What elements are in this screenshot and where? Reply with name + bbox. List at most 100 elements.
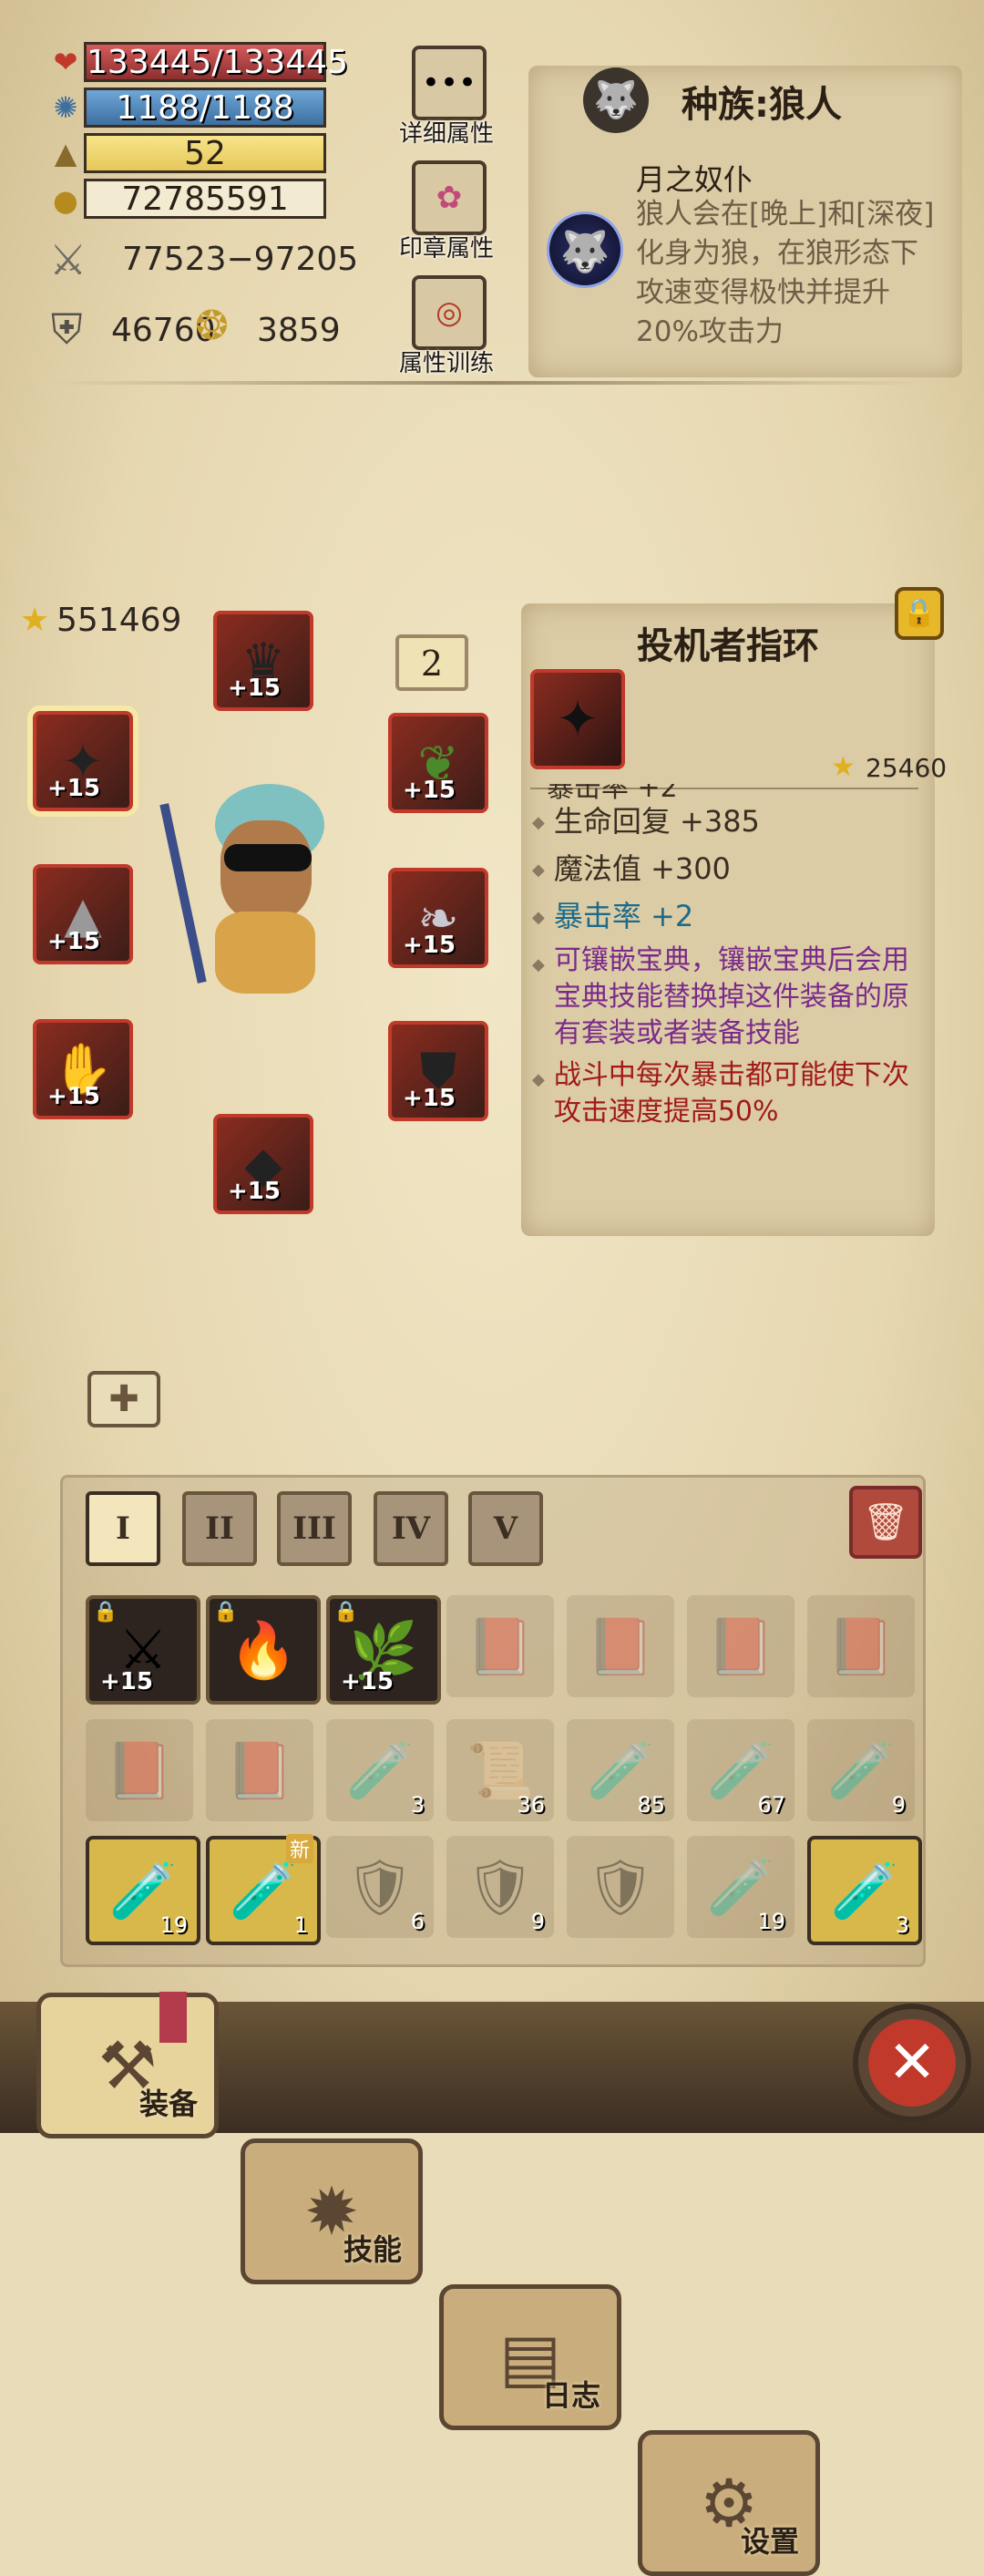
dots-icon: •••: [412, 46, 487, 120]
plus-label: +15: [100, 1668, 153, 1695]
item-icon: 🧪: [345, 1738, 415, 1803]
attribute-training-button[interactable]: ◎ 属性训练: [383, 275, 510, 378]
plus-label: +15: [47, 775, 100, 802]
inventory-slot[interactable]: ⚔ 🔒 +15: [86, 1595, 200, 1705]
attribute-training-label: 属性训练: [398, 350, 494, 377]
inventory-grid: ⚔ 🔒 +15 🔥 🔒 🌿 🔒 +15 📕 📕 📕 📕 📕 📕 🧪 3 📜 36 🧪 85 🧪 67 🧪 9 🧪 19 🧪 1 新 🛡 6 🛡…: [86, 1595, 922, 1945]
item-attributes: ◆ 生命回复 +385 ◆ 魔法值 +300 ◆ 暴击率 +2 ◆ 可镶嵌宝典，镶嵌宝典…: [532, 800, 924, 1130]
item-count: 9: [891, 1792, 906, 1818]
inventory-slot[interactable]: 📕: [86, 1719, 193, 1821]
star-icon: ★: [20, 602, 50, 639]
inventory-slot[interactable]: 🛡: [567, 1836, 674, 1938]
inventory-slot[interactable]: 📕: [687, 1595, 794, 1697]
plus-label: +15: [403, 932, 456, 959]
add-slot-button[interactable]: ✚: [87, 1371, 160, 1427]
inventory-slot[interactable]: 📕: [446, 1595, 554, 1697]
detail-attributes-button[interactable]: ••• 详细属性: [383, 46, 510, 149]
seal-attributes-button[interactable]: ✿ 印章属性: [383, 160, 510, 263]
trash-button[interactable]: 🗑: [849, 1486, 922, 1559]
equip-slot-boots[interactable]: ◆ +15: [213, 1114, 313, 1214]
boots-speed-icon: ❂: [195, 303, 229, 349]
gear-score: 551469: [56, 602, 182, 639]
item-count: 3: [410, 1792, 425, 1818]
lock-icon: 🔒: [93, 1601, 118, 1623]
equip-slot-wings[interactable]: ❧ +15: [388, 868, 488, 968]
nav-equip-label: 装备: [138, 2087, 198, 2121]
nav-skill-button[interactable]: ✹ 技能: [241, 2138, 423, 2284]
item-icon: 📕: [706, 1614, 775, 1679]
equip-slot-weapon[interactable]: ✦ +15: [33, 711, 133, 811]
inventory-slot[interactable]: 📕: [567, 1595, 674, 1697]
inventory-slot[interactable]: 🛡 6: [326, 1836, 434, 1938]
nav-equip-button[interactable]: ⚒ 装备: [36, 1992, 219, 2138]
inventory-slot[interactable]: 🧪 85: [567, 1719, 674, 1821]
item-icon: 🛡: [344, 1855, 415, 1920]
hp-bar: 133445/133445: [84, 42, 348, 82]
item-score: 25460: [866, 753, 948, 783]
bookmark-icon: [159, 1992, 187, 2043]
partial-attr: 暴击率 +2: [547, 784, 678, 800]
tab-page-1[interactable]: I: [86, 1491, 160, 1566]
inventory-slot[interactable]: 🧪 19: [687, 1836, 794, 1938]
inventory-slot[interactable]: 🧪 3: [326, 1719, 434, 1821]
wolf-emblem-icon: 🐺: [583, 67, 649, 133]
attack-value: 77523−97205: [122, 241, 359, 278]
tab-page-3[interactable]: III: [277, 1491, 352, 1566]
lock-icon: 🔒: [213, 1601, 239, 1623]
inventory-slot[interactable]: 🧪 19: [86, 1836, 200, 1945]
inventory-slot[interactable]: 🛡 9: [446, 1836, 554, 1938]
inventory-slot[interactable]: 📕: [206, 1719, 313, 1821]
set-badge[interactable]: 2: [395, 634, 468, 691]
equip-slot-amulet[interactable]: ❦ +15: [388, 713, 488, 813]
item-icon: ✦: [530, 669, 625, 769]
attr-row: ◆ 生命回复 +385: [532, 800, 924, 842]
tab-page-2[interactable]: II: [182, 1491, 257, 1566]
inventory-slot[interactable]: 📜 36: [446, 1719, 554, 1821]
equip-slot-offhand[interactable]: ▲ +15: [33, 864, 133, 964]
close-icon: ✕: [868, 2019, 956, 2107]
attr-text: 生命回复 +385: [553, 804, 760, 839]
attr-text: 可镶嵌宝典，镶嵌宝典后会用宝典技能替换掉这件装备的原有套装或者装备技能: [553, 944, 909, 1049]
item-icon: 📕: [586, 1614, 655, 1679]
close-button[interactable]: ✕: [853, 2004, 971, 2122]
item-icon: 📕: [466, 1614, 535, 1679]
detail-attributes-label: 详细属性: [398, 120, 494, 148]
target-icon: ◎: [412, 275, 487, 350]
inventory-slot[interactable]: 🧪 9: [807, 1719, 915, 1821]
nav-settings-button[interactable]: ⚙ 设置: [638, 2430, 820, 2576]
lock-icon: 🔒: [333, 1601, 359, 1623]
item-count: 85: [637, 1792, 665, 1818]
gold-bar: 72785591: [84, 179, 326, 219]
seal-attributes-label: 印章属性: [398, 235, 494, 263]
skill-name: 月之奴仆: [636, 162, 753, 197]
race-panel: 🐺 种族:狼人 🐺 月之奴仆 狼人会在[晚上]和[深夜]化身为狼，在狼形态下攻速…: [528, 66, 962, 377]
nav-skill-label: 技能: [343, 2232, 402, 2267]
lock-icon[interactable]: 🔒: [895, 587, 944, 640]
inventory-slot[interactable]: 🔥 🔒: [206, 1595, 321, 1705]
inventory-slot[interactable]: 🧪 67: [687, 1719, 794, 1821]
inventory-slot[interactable]: 🧪 3: [807, 1836, 922, 1945]
item-count: 19: [757, 1909, 785, 1934]
item-icon: 📕: [826, 1614, 896, 1679]
tab-page-4[interactable]: IV: [374, 1491, 448, 1566]
equip-slot-helmet[interactable]: ♛ +15: [213, 611, 313, 711]
new-badge: 新: [285, 1834, 313, 1863]
divider: [51, 381, 929, 385]
plus-label: +15: [228, 1178, 281, 1205]
inventory-slot[interactable]: 📕: [807, 1595, 915, 1697]
nav-log-button[interactable]: ▤ 日志: [439, 2284, 621, 2430]
equip-slot-gloves[interactable]: ✋ +15: [33, 1019, 133, 1119]
level-icon: ▲: [54, 136, 77, 170]
race-title: 种族:狼人: [682, 84, 842, 126]
speed-value: 3859: [257, 312, 341, 349]
attr-text: 魔法值 +300: [553, 851, 731, 886]
nav-log-label: 日志: [541, 2378, 600, 2413]
item-detail-panel: 投机者指环 ✦ ★ 25460 暴击率 +2 ◆ 生命回复 +385 ◆ 魔法值 +…: [521, 603, 947, 1236]
item-icon: 🧪: [229, 1859, 298, 1923]
equip-slot-armor[interactable]: ⛊ +15: [388, 1021, 488, 1121]
inventory-slot[interactable]: 🌿 🔒 +15: [326, 1595, 441, 1705]
heart-icon: ❤: [53, 45, 78, 79]
plus-label: +15: [47, 928, 100, 955]
inventory-slot[interactable]: 🧪 1 新: [206, 1834, 321, 1945]
tab-page-5[interactable]: V: [468, 1491, 543, 1566]
